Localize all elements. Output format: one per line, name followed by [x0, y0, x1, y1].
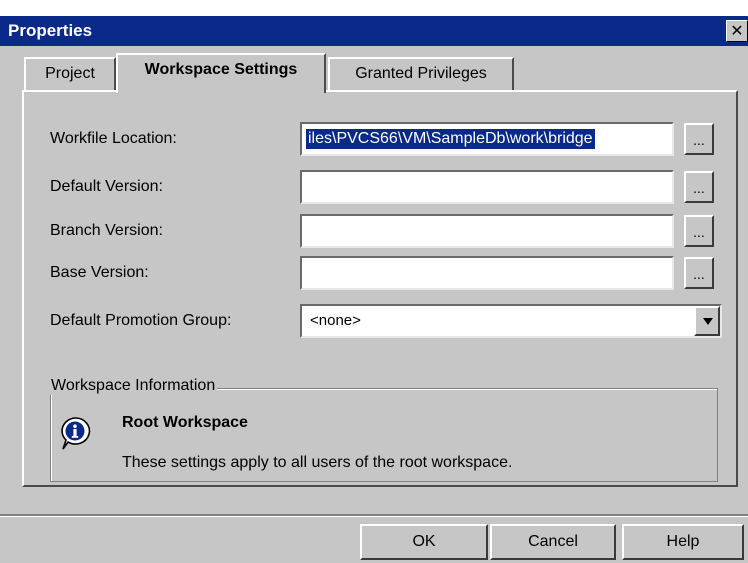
- workfile-location-input[interactable]: iles\PVCS66\VM\SampleDb\work\bridge: [300, 122, 674, 156]
- title-bar: Properties ✕: [0, 16, 748, 46]
- workfile-location-label: Workfile Location:: [50, 130, 177, 147]
- promotion-group-value: <none>: [310, 312, 361, 329]
- tab-workspace-settings[interactable]: Workspace Settings: [116, 53, 326, 93]
- tab-project-label: Project: [45, 65, 95, 82]
- tab-granted-privileges[interactable]: Granted Privileges: [328, 57, 514, 91]
- tab-project[interactable]: Project: [24, 57, 116, 91]
- workfile-location-value: iles\PVCS66\VM\SampleDb\work\bridge: [306, 129, 595, 149]
- window-title: Properties: [8, 21, 93, 40]
- tab-workspace-settings-label: Workspace Settings: [144, 61, 298, 78]
- default-version-input[interactable]: [300, 170, 674, 204]
- ok-button[interactable]: OK: [360, 524, 488, 560]
- branch-version-label: Branch Version:: [50, 222, 163, 239]
- default-version-browse-button[interactable]: ...: [684, 171, 714, 203]
- root-workspace-heading: Root Workspace: [122, 414, 248, 431]
- top-strip: [0, 0, 748, 16]
- base-version-input[interactable]: [300, 256, 674, 290]
- promotion-group-select[interactable]: <none>: [300, 304, 722, 338]
- branch-version-browse-button[interactable]: ...: [684, 215, 714, 247]
- default-version-label: Default Version:: [50, 178, 163, 195]
- workspace-info-description: These settings apply to all users of the…: [122, 454, 513, 471]
- close-icon[interactable]: ✕: [726, 20, 748, 42]
- workspace-information-legend: Workspace Information: [49, 377, 218, 395]
- base-version-browse-button[interactable]: ...: [684, 257, 714, 289]
- info-icon: [61, 417, 91, 450]
- base-version-label: Base Version:: [50, 264, 149, 281]
- properties-dialog: Properties ✕ Project Workspace Settings …: [0, 0, 748, 563]
- promotion-group-label: Default Promotion Group:: [50, 312, 232, 329]
- chevron-down-icon[interactable]: [694, 306, 720, 336]
- workfile-location-browse-button[interactable]: ...: [684, 123, 714, 155]
- tab-granted-privileges-label: Granted Privileges: [355, 65, 487, 82]
- help-button[interactable]: Help: [622, 524, 744, 560]
- bottom-separator: [0, 514, 748, 517]
- branch-version-input[interactable]: [300, 214, 674, 248]
- cancel-button[interactable]: Cancel: [490, 524, 616, 560]
